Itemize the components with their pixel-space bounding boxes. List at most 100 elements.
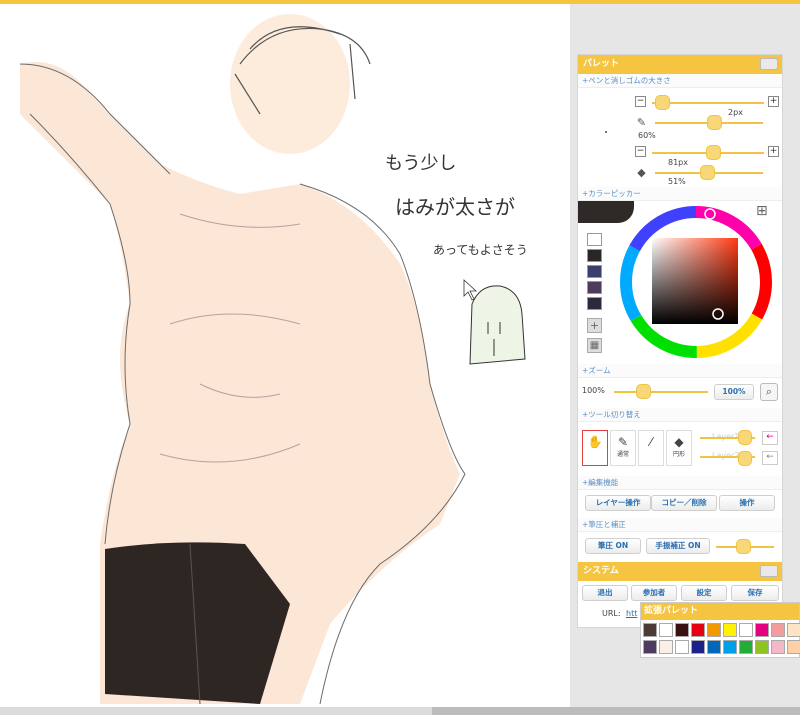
zoom-slider-knob[interactable] [636, 384, 651, 399]
correction-on-button[interactable]: 手振補正 ON [646, 538, 710, 554]
history-swatch-5[interactable] [587, 297, 602, 310]
layer-ops-button[interactable]: レイヤー操作 [585, 495, 651, 511]
note-line-3: あってもよさそう [433, 243, 528, 257]
ext-swatch[interactable] [755, 640, 769, 654]
ext-swatch[interactable] [771, 640, 785, 654]
eraser-size-minus-button[interactable]: − [635, 146, 646, 157]
ext-swatch[interactable] [771, 623, 785, 637]
color-wheel[interactable] [616, 202, 776, 362]
mouse-cursor-icon [463, 279, 478, 301]
ext-swatch[interactable] [643, 640, 657, 654]
ext-swatch[interactable] [723, 640, 737, 654]
ext-swatch[interactable] [755, 623, 769, 637]
pressure-title-text: 筆圧と補正 [588, 520, 626, 529]
ext-swatch[interactable] [707, 640, 721, 654]
ext-swatch[interactable] [739, 640, 753, 654]
magnifier-icon[interactable]: ⌕ [760, 383, 778, 401]
tool-hand[interactable]: ✋ [582, 430, 608, 466]
ext-swatch[interactable] [787, 623, 800, 637]
url-link[interactable]: htt [626, 609, 637, 618]
pen-size-slider-knob[interactable] [655, 95, 670, 110]
palette-minimize-button[interactable] [760, 58, 778, 70]
pen-opacity-value: 60% [638, 131, 656, 140]
history-swatch-1[interactable] [587, 233, 602, 246]
edit-section: レイヤー操作 コピー／削除 操作 [578, 490, 782, 518]
ext-swatch[interactable] [691, 640, 705, 654]
eraser-size-slider-knob[interactable] [706, 145, 721, 160]
history-swatch-2[interactable] [587, 249, 602, 262]
history-swatch-4[interactable] [587, 281, 602, 294]
ext-swatch[interactable] [691, 623, 705, 637]
arrow-left-gray-icon[interactable]: ← [762, 451, 778, 465]
pressure-section-title: +筆圧と補正 [578, 518, 782, 532]
grid-swatches-icon[interactable]: ▦ [587, 338, 602, 353]
color-picker-title-text: カラーピッカー [588, 189, 641, 198]
eraser-opacity-value: 51% [668, 177, 686, 186]
color-mode-toggle-icon[interactable]: ⊞ [756, 203, 776, 225]
pen-size-plus-button[interactable]: + [768, 96, 779, 107]
tool-switch-section-title: +ツール切り替え [578, 408, 782, 422]
zoom-slider-track[interactable] [614, 391, 708, 393]
ext-swatch[interactable] [675, 623, 689, 637]
save-button[interactable]: 保存 [731, 585, 779, 601]
dropper-icon: ⁄ [649, 435, 652, 449]
ext-swatch[interactable] [643, 623, 657, 637]
pen-size-minus-button[interactable]: − [635, 96, 646, 107]
ext-swatch[interactable] [787, 640, 800, 654]
participants-button[interactable]: 参加者 [631, 585, 677, 601]
edit-title-text: 編集機能 [588, 478, 619, 487]
figure-head [230, 14, 350, 154]
layer1-slider-knob[interactable] [738, 430, 752, 445]
paint-app: もう少し はみが太さが あってもよさそう パレット +ペンと消しゴムの大きさ −… [0, 0, 800, 715]
drawing-canvas[interactable]: もう少し はみが太さが あってもよさそう [0, 4, 570, 707]
system-title: システム [583, 566, 619, 576]
ext-swatch[interactable] [723, 623, 737, 637]
history-swatch-3[interactable] [587, 265, 602, 278]
operation-button[interactable]: 操作 [719, 495, 775, 511]
pen-size-section: − + 2px ✎ 60% − + 81px ◆ 51% [578, 88, 782, 187]
color-picker-section-title: +カラーピッカー [578, 187, 782, 201]
pen-size-section-title: +ペンと消しゴムの大きさ [578, 74, 782, 88]
eraser-opacity-slider-knob[interactable] [700, 165, 715, 180]
eraser-tool-icon: ◆ [674, 435, 684, 449]
ext-swatch[interactable] [659, 623, 673, 637]
hand-icon: ✋ [587, 435, 603, 449]
pen-opacity-slider-knob[interactable] [707, 115, 722, 130]
horizontal-scrollbar-thumb[interactable] [432, 707, 800, 715]
tool-dropper[interactable]: ⁄ [638, 430, 664, 466]
arrow-left-pink-icon[interactable]: ← [762, 431, 778, 445]
settings-button[interactable]: 設定 [681, 585, 727, 601]
copy-delete-button[interactable]: コピー／削除 [651, 495, 717, 511]
ext-swatch[interactable] [739, 623, 753, 637]
ext-swatch[interactable] [707, 623, 721, 637]
ext-swatch[interactable] [659, 640, 673, 654]
extended-palette-panel: 拡張パレット [640, 602, 800, 658]
value-square [652, 238, 738, 324]
pen-icon: ✎ [617, 435, 629, 449]
tool-eraser-circle[interactable]: ◆ 円形 [666, 430, 692, 466]
correction-slider-knob[interactable] [736, 539, 751, 554]
system-minimize-button[interactable] [760, 565, 778, 577]
eraser-size-plus-button[interactable]: + [768, 146, 779, 157]
ext-swatch[interactable] [675, 640, 689, 654]
eraser-size-value: 81px [668, 158, 688, 167]
pencil-icon: ✎ [636, 116, 647, 129]
ext-palette-title: 拡張パレット [641, 603, 799, 620]
system-header: システム [578, 562, 782, 581]
note-line-1: もう少し [385, 153, 456, 174]
edit-section-title: +編集機能 [578, 476, 782, 490]
eraser-icon: ◆ [637, 166, 646, 179]
zoom-title-text: ズーム [588, 366, 611, 375]
canvas-artwork: もう少し はみが太さが あってもよさそう [19, 14, 528, 705]
pressure-section: 筆圧 ON 手振補正 ON [578, 532, 782, 562]
layer2-slider-knob[interactable] [738, 451, 752, 466]
note-line-2: はみが太さが [395, 195, 515, 219]
color-picker-section: ⊞ [578, 201, 782, 364]
add-swatch-icon[interactable]: + [587, 318, 602, 333]
exit-button[interactable]: 退出 [582, 585, 628, 601]
tool-pen-normal[interactable]: ✎ 通常 [610, 430, 636, 466]
tool-switch-section: ✋ ✎通常 ⁄ ◆円形 Layer1 Layer2 ← ← [578, 422, 782, 476]
zoom-reset-button[interactable]: 100% [714, 384, 754, 400]
pressure-on-button[interactable]: 筆圧 ON [585, 538, 641, 554]
horizontal-scrollbar[interactable] [0, 707, 800, 715]
